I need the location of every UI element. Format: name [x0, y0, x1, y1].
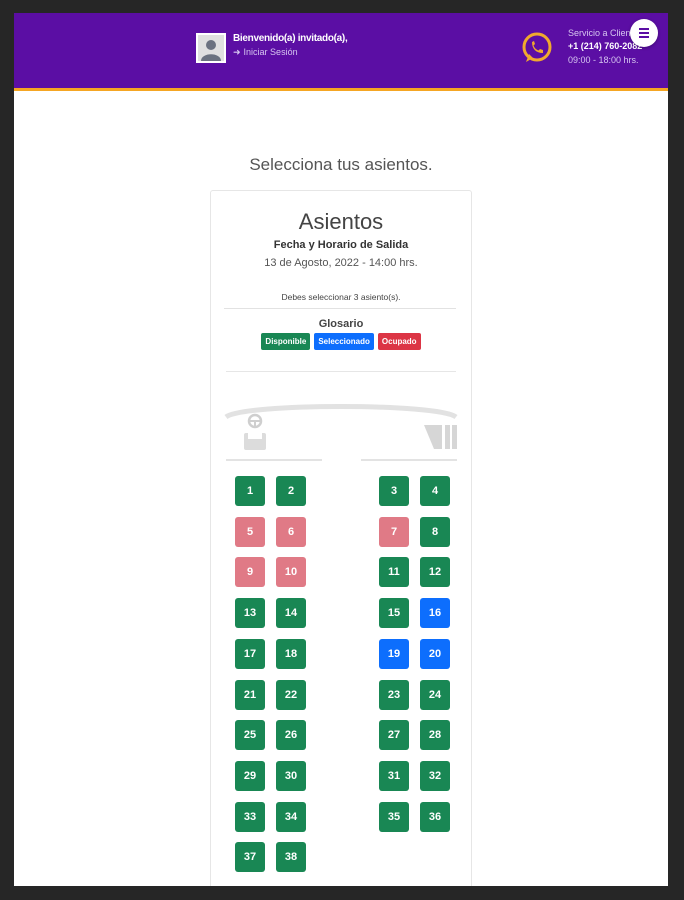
card-title: Asientos — [298, 209, 384, 234]
login-arrow-icon: ➜ — [233, 47, 241, 57]
seat-14[interactable]: 14 — [276, 598, 306, 628]
seat-3[interactable]: 3 — [379, 476, 409, 506]
seat-33[interactable]: 33 — [235, 802, 265, 832]
whatsapp-icon[interactable] — [520, 31, 554, 65]
seat-37[interactable]: 37 — [235, 842, 265, 872]
seat-30[interactable]: 30 — [276, 761, 306, 791]
seat-26[interactable]: 26 — [276, 720, 306, 750]
seat-10: 10 — [276, 557, 306, 587]
seat-2[interactable]: 2 — [276, 476, 306, 506]
top-header: Bienvenido(a) invitado(a), ➜ Iniciar Sesi… — [14, 13, 668, 91]
seat-12[interactable]: 12 — [420, 557, 450, 587]
steering-wheel-icon — [244, 413, 266, 450]
service-phone[interactable]: +1 (214) 760-2082 — [568, 41, 642, 51]
seat-4[interactable]: 4 — [420, 476, 450, 506]
seat-23[interactable]: 23 — [379, 680, 409, 710]
seat-36[interactable]: 36 — [420, 802, 450, 832]
login-label: Iniciar Sesión — [243, 47, 298, 57]
legend-selected-badge: Seleccionado — [314, 333, 374, 350]
legend-available-badge: Disponible — [261, 333, 311, 350]
divider — [226, 459, 322, 461]
divider — [226, 371, 456, 372]
seat-16[interactable]: 16 — [420, 598, 450, 628]
selection-instruction: Debes seleccionar 3 asiento(s). — [281, 292, 401, 302]
legend: Disponible Seleccionado Ocupado — [14, 333, 668, 350]
glossary-title: Glosario — [318, 318, 364, 330]
seat-35[interactable]: 35 — [379, 802, 409, 832]
seat-13[interactable]: 13 — [235, 598, 265, 628]
avatar-icon — [196, 33, 226, 63]
legend-occupied-badge: Ocupado — [377, 333, 421, 350]
seat-17[interactable]: 17 — [235, 639, 265, 669]
seat-31[interactable]: 31 — [379, 761, 409, 791]
login-link[interactable]: ➜ Iniciar Sesión — [233, 47, 298, 58]
divider — [224, 308, 456, 309]
seat-15[interactable]: 15 — [379, 598, 409, 628]
seat-34[interactable]: 34 — [276, 802, 306, 832]
browser-viewport: Bienvenido(a) invitado(a), ➜ Iniciar Sesi… — [14, 13, 668, 886]
seat-18[interactable]: 18 — [276, 639, 306, 669]
seat-24[interactable]: 24 — [420, 680, 450, 710]
page-title: Selecciona tus asientos. — [249, 155, 433, 174]
seat-25[interactable]: 25 — [235, 720, 265, 750]
seat-6: 6 — [276, 517, 306, 547]
seat-28[interactable]: 28 — [420, 720, 450, 750]
welcome-text: Bienvenido(a) invitado(a), — [233, 33, 348, 44]
departure-value: 13 de Agosto, 2022 - 14:00 hrs. — [264, 257, 418, 269]
service-hours: 09:00 - 18:00 hrs. — [568, 55, 639, 65]
seat-22[interactable]: 22 — [276, 680, 306, 710]
seat-20[interactable]: 20 — [420, 639, 450, 669]
divider — [361, 459, 457, 461]
seat-5: 5 — [235, 517, 265, 547]
seat-11[interactable]: 11 — [379, 557, 409, 587]
departure-label: Fecha y Horario de Salida — [273, 239, 409, 251]
seat-29[interactable]: 29 — [235, 761, 265, 791]
seat-8[interactable]: 8 — [420, 517, 450, 547]
seat-19[interactable]: 19 — [379, 639, 409, 669]
seat-21[interactable]: 21 — [235, 680, 265, 710]
seat-1[interactable]: 1 — [235, 476, 265, 506]
seat-7: 7 — [379, 517, 409, 547]
menu-icon[interactable] — [630, 19, 658, 47]
seat-38[interactable]: 38 — [276, 842, 306, 872]
seat-27[interactable]: 27 — [379, 720, 409, 750]
seat-32[interactable]: 32 — [420, 761, 450, 791]
door-icon — [424, 425, 457, 449]
seat-9: 9 — [235, 557, 265, 587]
